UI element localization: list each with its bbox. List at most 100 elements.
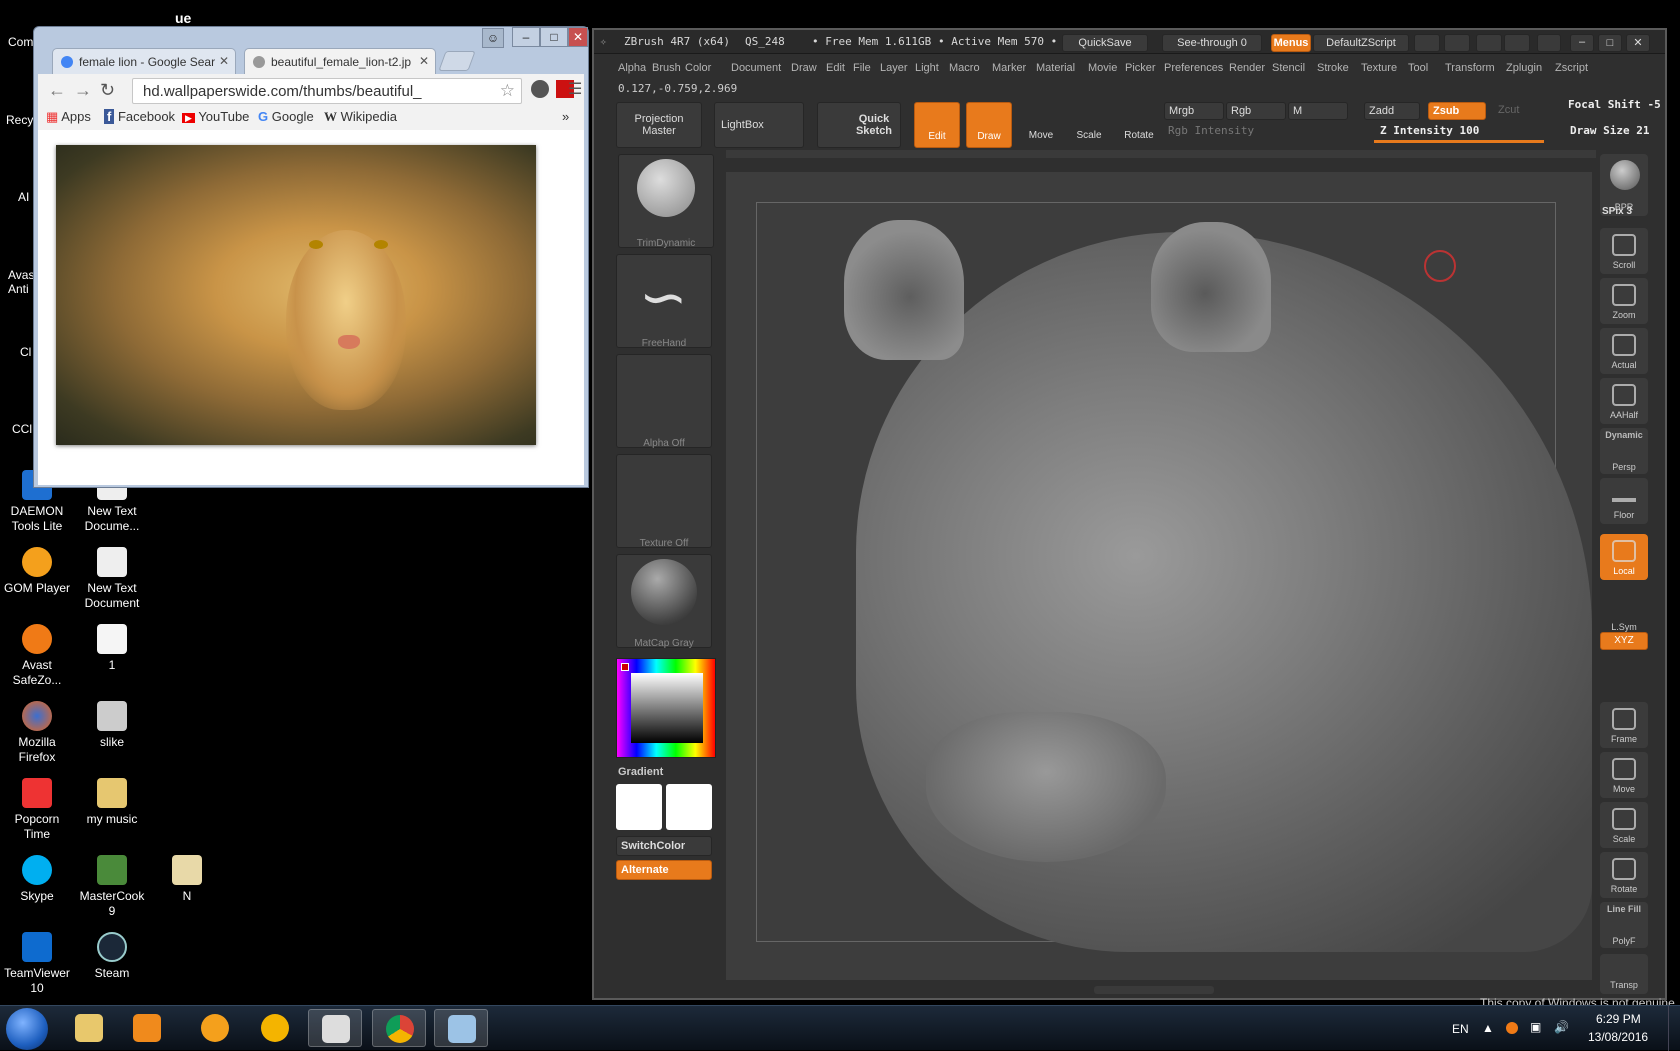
taskbar-zbrush[interactable]: [308, 1009, 362, 1047]
bookmark-apps[interactable]: ▦ Apps: [46, 109, 91, 125]
close-icon[interactable]: ✕: [1626, 34, 1650, 52]
bottom-tray-handle[interactable]: [1094, 986, 1214, 994]
aahalf-button[interactable]: AAHalf: [1600, 378, 1648, 424]
avast-tray-icon[interactable]: [1506, 1022, 1518, 1034]
move-mode-button[interactable]: Move: [1018, 102, 1064, 148]
taskbar-media-player[interactable]: [120, 1009, 174, 1047]
taskbar-aimp[interactable]: [248, 1009, 302, 1047]
scale-view-button[interactable]: Scale: [1600, 802, 1648, 848]
desktop-icon-avast-safezone[interactable]: Avast SafeZo...: [0, 624, 74, 688]
menu-stroke[interactable]: Stroke: [1317, 62, 1349, 74]
edit-mode-button[interactable]: Edit: [914, 102, 960, 148]
star-icon[interactable]: ☆: [500, 81, 515, 101]
frame-button[interactable]: Frame: [1600, 702, 1648, 748]
taskbar-explorer[interactable]: [62, 1009, 116, 1047]
menu-icon[interactable]: ☰: [568, 79, 582, 99]
menu-alpha[interactable]: Alpha: [618, 62, 646, 74]
alpha-tile[interactable]: Alpha Off: [616, 354, 712, 449]
move-view-button[interactable]: Move: [1600, 752, 1648, 798]
menu-stencil[interactable]: Stencil: [1272, 62, 1305, 74]
zcut-button[interactable]: Zcut: [1494, 102, 1534, 120]
scale-mode-button[interactable]: Scale: [1066, 102, 1112, 148]
close-tab-icon[interactable]: ✕: [419, 54, 429, 68]
xyz-rotate-button[interactable]: XYZ: [1600, 632, 1648, 650]
persp-button[interactable]: Dynamic Persp: [1600, 428, 1648, 474]
menu-light[interactable]: Light: [915, 62, 939, 74]
menu-transform[interactable]: Transform: [1445, 62, 1495, 74]
menu-zscript[interactable]: Zscript: [1555, 62, 1588, 74]
default-zscript-button[interactable]: DefaultZScript: [1313, 34, 1409, 52]
m-button[interactable]: M: [1288, 102, 1348, 120]
menu-layer[interactable]: Layer: [880, 62, 908, 74]
menu-movie[interactable]: Movie: [1088, 62, 1117, 74]
quick-sketch-button[interactable]: Quick Sketch: [817, 102, 901, 148]
desktop-icon-n[interactable]: N: [150, 855, 224, 904]
menu-color[interactable]: Color: [685, 62, 711, 74]
address-bar[interactable]: hd.wallpaperswide.com/thumbs/beautiful_ ☆: [132, 78, 522, 104]
zoom-button[interactable]: Zoom: [1600, 278, 1648, 324]
menu-macro[interactable]: Macro: [949, 62, 980, 74]
document-canvas[interactable]: [726, 172, 1592, 980]
menu-brush[interactable]: Brush: [652, 62, 681, 74]
close-tab-icon[interactable]: ✕: [219, 54, 229, 68]
bookmark-facebook[interactable]: f Facebook: [104, 109, 175, 124]
menu-texture[interactable]: Texture: [1361, 62, 1397, 74]
focal-shift-slider[interactable]: Focal Shift -5: [1568, 98, 1661, 111]
menu-picker[interactable]: Picker: [1125, 62, 1156, 74]
desktop-icon-my-music[interactable]: my music: [75, 778, 149, 827]
clock-date[interactable]: 13/08/2016: [1588, 1030, 1648, 1044]
volume-icon[interactable]: 🔊: [1554, 1020, 1569, 1034]
desktop-icon-file-1[interactable]: 1: [75, 624, 149, 673]
zadd-button[interactable]: Zadd: [1364, 102, 1420, 120]
maximize-button[interactable]: □: [540, 27, 568, 47]
color-picker[interactable]: [616, 658, 716, 758]
menu-edit[interactable]: Edit: [826, 62, 845, 74]
extension-icon[interactable]: [531, 80, 549, 98]
clock-time[interactable]: 6:29 PM: [1596, 1012, 1641, 1026]
texture-tile[interactable]: Texture Off: [616, 454, 712, 549]
layout-icon[interactable]: [1414, 34, 1440, 52]
menus-toggle[interactable]: Menus: [1271, 34, 1311, 52]
rotate-mode-button[interactable]: Rotate: [1116, 102, 1162, 148]
transp-button[interactable]: Transp: [1600, 954, 1648, 994]
brush-tile[interactable]: TrimDynamic: [618, 154, 714, 249]
layout-icon[interactable]: [1504, 34, 1530, 52]
switch-color-button[interactable]: SwitchColor: [616, 836, 712, 856]
rotate-view-button[interactable]: Rotate: [1600, 852, 1648, 898]
local-button[interactable]: Local: [1600, 534, 1648, 580]
material-tile[interactable]: MatCap Gray: [616, 554, 712, 649]
bookmark-youtube[interactable]: ▶ YouTube: [182, 109, 249, 124]
menu-draw[interactable]: Draw: [791, 62, 817, 74]
taskbar-paint[interactable]: [434, 1009, 488, 1047]
desktop-icon-skype[interactable]: Skype: [0, 855, 74, 904]
rgb-intensity-slider[interactable]: Rgb Intensity: [1168, 124, 1254, 137]
minimize-icon[interactable]: –: [1570, 34, 1594, 52]
taskbar-gom-player[interactable]: [188, 1009, 242, 1047]
lightbox-button[interactable]: LightBox: [714, 102, 804, 148]
user-icon[interactable]: ☺: [482, 28, 504, 48]
see-through-slider[interactable]: See-through 0: [1162, 34, 1262, 52]
menu-tool[interactable]: Tool: [1408, 62, 1428, 74]
menu-material[interactable]: Material: [1036, 62, 1075, 74]
menu-zplugin[interactable]: Zplugin: [1506, 62, 1542, 74]
lock-icon[interactable]: [1537, 34, 1561, 52]
draw-mode-button[interactable]: Draw: [966, 102, 1012, 148]
secondary-color-swatch[interactable]: [666, 784, 712, 830]
desktop-icon-mastercook[interactable]: MasterCook 9: [75, 855, 149, 919]
polyf-button[interactable]: Line Fill PolyF: [1600, 902, 1648, 948]
layout-icon[interactable]: [1476, 34, 1502, 52]
tab-google-search[interactable]: female lion - Google Sear ✕: [52, 48, 236, 74]
tab-lion-image[interactable]: beautiful_female_lion-t2.jp ✕: [244, 48, 436, 74]
new-tab-button[interactable]: [438, 51, 476, 71]
scroll-button[interactable]: Scroll: [1600, 228, 1648, 274]
desktop-icon-popcorn-time[interactable]: Popcorn Time: [0, 778, 74, 842]
back-icon[interactable]: ←: [48, 80, 66, 101]
alternate-button[interactable]: Alternate: [616, 860, 712, 880]
desktop-icon-gom-player[interactable]: GOM Player: [0, 547, 74, 596]
close-window-button[interactable]: ✕: [568, 27, 588, 47]
menu-preferences[interactable]: Preferences: [1164, 62, 1223, 74]
menu-document[interactable]: Document: [731, 62, 781, 74]
taskbar-chrome[interactable]: [372, 1009, 426, 1047]
bookmarks-overflow[interactable]: »: [562, 109, 569, 124]
minimize-button[interactable]: –: [512, 27, 540, 47]
